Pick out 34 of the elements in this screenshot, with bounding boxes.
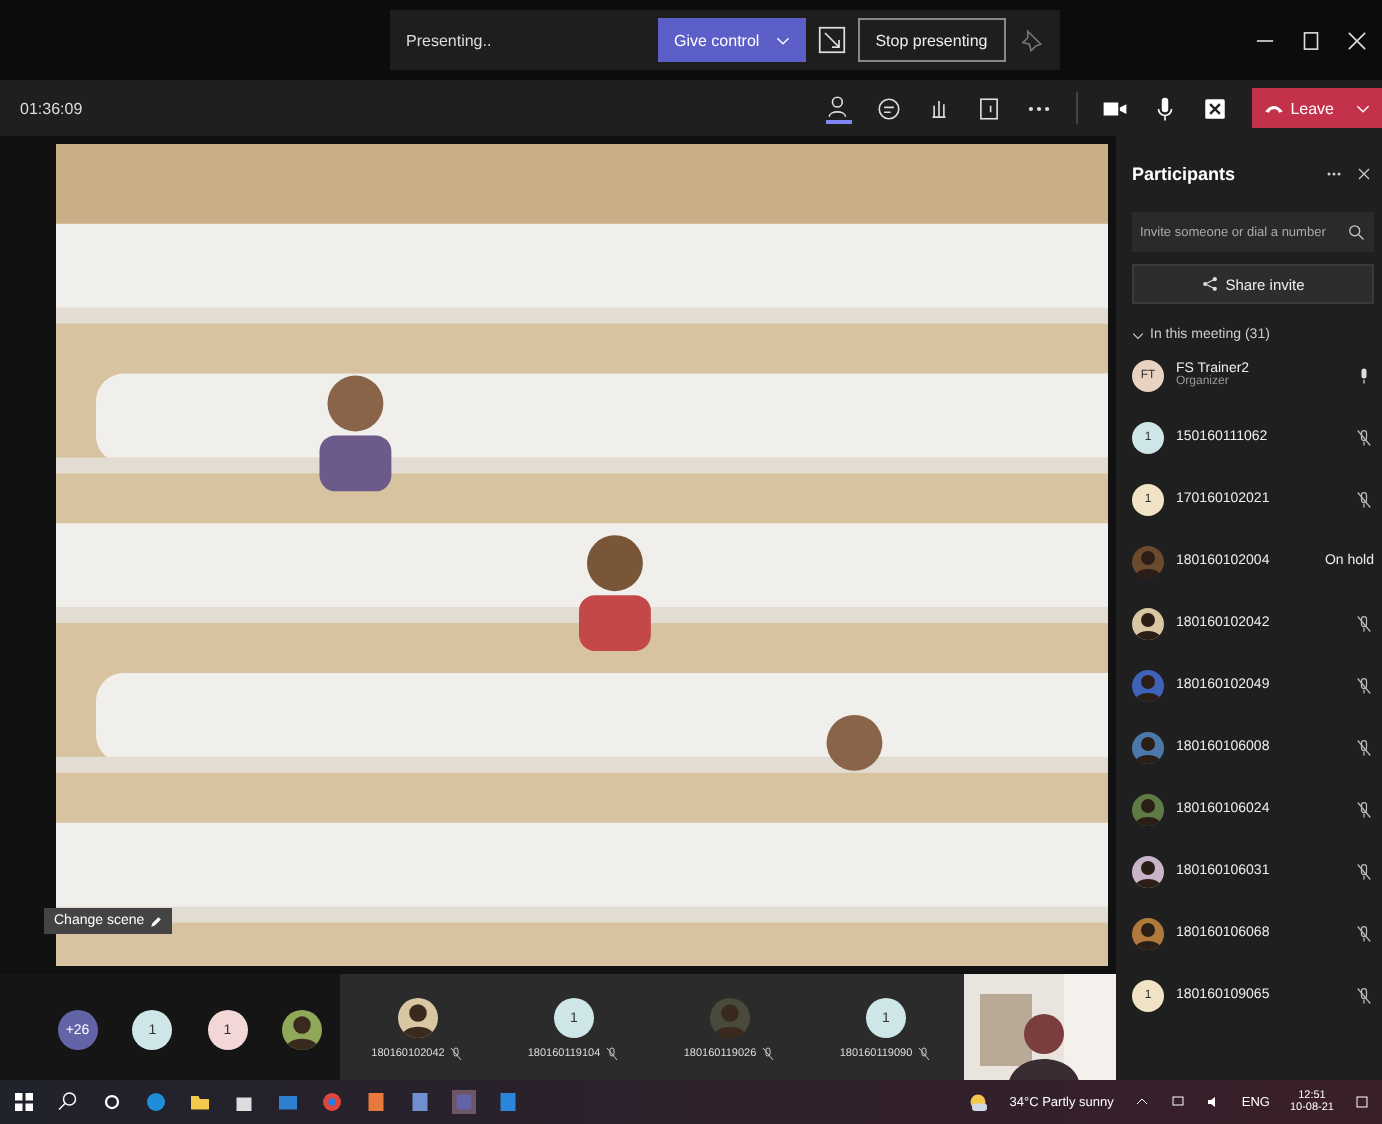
restore-icon[interactable] <box>1298 27 1324 53</box>
chat-icon[interactable] <box>876 95 903 121</box>
browser-icon[interactable] <box>144 1090 168 1114</box>
chevron-icon[interactable] <box>1133 1094 1150 1110</box>
chevron-down-icon <box>775 35 790 45</box>
muted-microphone-icon <box>604 1046 621 1063</box>
share-tray-icon[interactable] <box>1202 95 1229 121</box>
muted-microphone-icon <box>448 1046 465 1063</box>
notification-icon[interactable] <box>1354 1094 1370 1110</box>
screen-icon[interactable] <box>817 26 846 54</box>
people-icon[interactable] <box>826 93 853 123</box>
share-icon <box>1201 276 1218 292</box>
give-control-button[interactable]: Give control <box>658 18 806 62</box>
panel-title: Participants <box>1132 164 1236 184</box>
close-icon[interactable] <box>1354 164 1374 184</box>
meeting-timer: 01:36:09 <box>20 99 83 117</box>
chevron-down-icon <box>1356 103 1370 113</box>
weather-icon <box>965 1090 990 1114</box>
search-icon[interactable] <box>56 1090 80 1114</box>
chevron-down-icon <box>1132 331 1144 339</box>
circle-icon[interactable] <box>100 1090 124 1114</box>
search-icon[interactable] <box>1346 222 1366 242</box>
leave-button[interactable]: Leave <box>1252 88 1382 128</box>
pin-icon[interactable] <box>1017 27 1044 53</box>
chrome-icon[interactable] <box>320 1090 344 1114</box>
stop-presenting-button[interactable]: Stop presenting <box>857 18 1006 62</box>
presenting-label: Presenting.. <box>406 31 494 49</box>
windows-start-icon[interactable] <box>12 1090 36 1114</box>
muted-microphone-icon <box>916 1046 933 1063</box>
mail-icon[interactable] <box>276 1090 300 1114</box>
close-icon[interactable] <box>1344 27 1370 53</box>
phone-icon <box>1264 101 1285 115</box>
participant-bubble[interactable] <box>282 1010 323 1051</box>
muted-microphone-icon <box>760 1046 777 1063</box>
